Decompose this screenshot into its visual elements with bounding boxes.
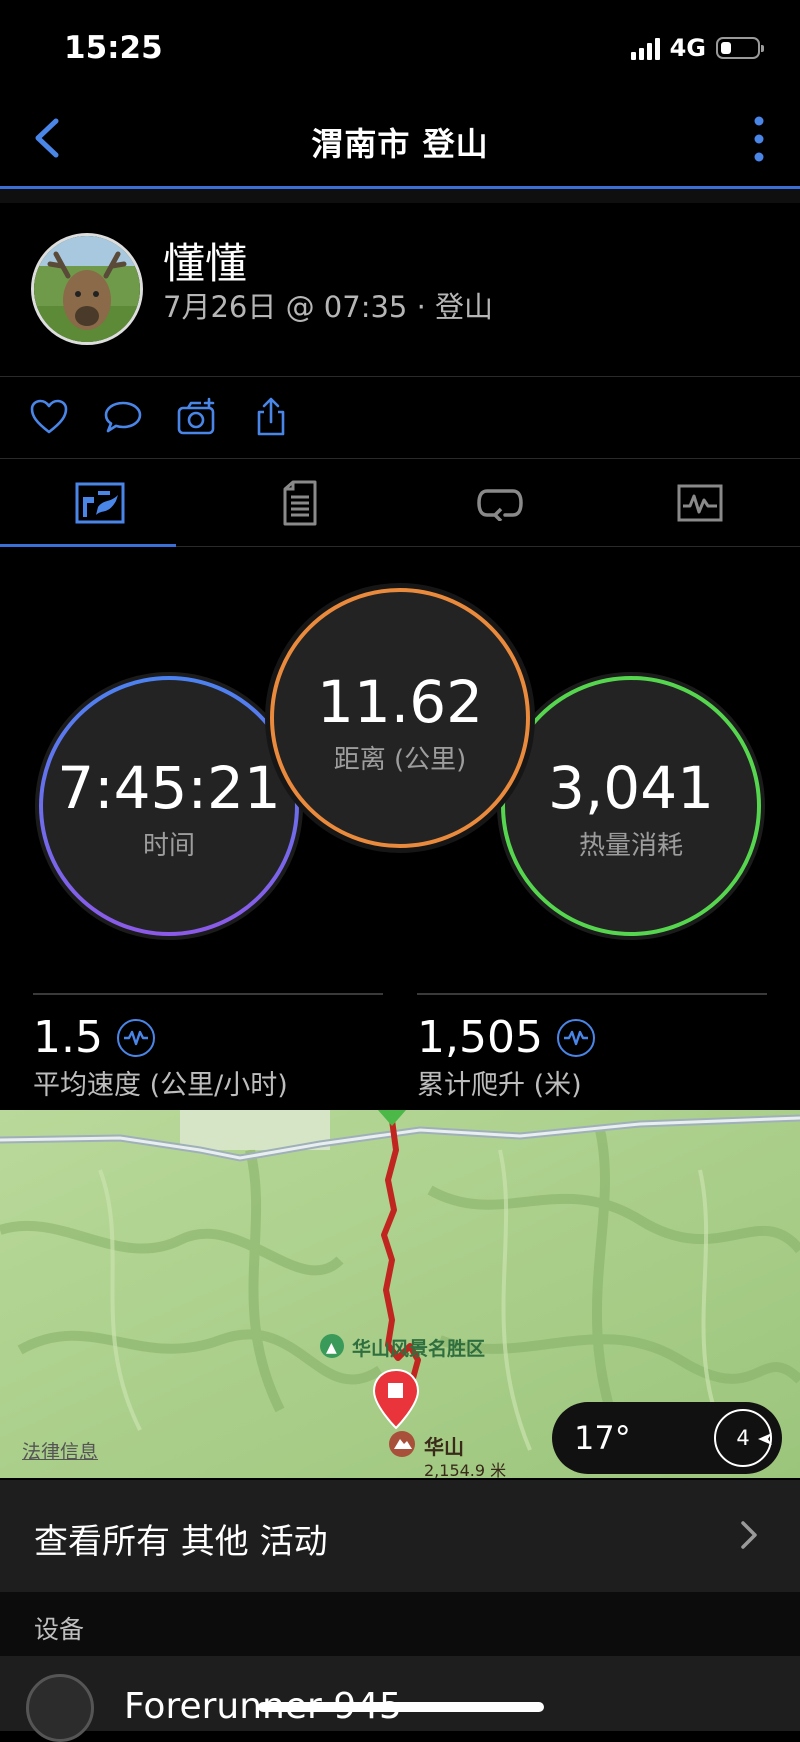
weather-temperature: 17° (574, 1419, 631, 1457)
divider (0, 458, 800, 459)
view-all-label: 查看所有 其他 活动 (34, 1522, 328, 1562)
total-ascent-value: 1,505 (417, 1012, 543, 1063)
devices-header-label: 设备 (34, 1615, 85, 1644)
distance-label: 距离 (公里) (333, 745, 467, 775)
signal-icon (630, 36, 660, 60)
tab-summary[interactable] (0, 460, 200, 546)
active-tab-indicator (0, 544, 176, 547)
wind-direction-icon (758, 1433, 772, 1445)
tab-laps[interactable] (400, 460, 600, 546)
tab-charts[interactable] (600, 460, 800, 546)
divider (417, 993, 767, 995)
map-peak-elevation: 2,154.9 米 (424, 1461, 507, 1480)
activity-meta: 7月26日 @ 07:35 · 登山 (163, 290, 494, 324)
device-row[interactable]: Forerunner 945 (0, 1656, 800, 1731)
share-icon[interactable] (250, 396, 292, 438)
avg-speed-value: 1.5 (33, 1012, 103, 1063)
avg-speed-label: 平均速度 (公里/小时) (33, 1070, 288, 1101)
divider (0, 376, 800, 377)
calories-label: 热量消耗 (578, 831, 683, 861)
tab-details[interactable] (200, 460, 400, 546)
watch-icon (26, 1674, 94, 1742)
view-all-activities-row[interactable]: 查看所有 其他 活动 (0, 1480, 800, 1592)
distance-circle: 11.62 距离 (公里) (265, 583, 535, 853)
map-stats-icon (75, 482, 125, 524)
page-title: 渭南市 登山 (311, 125, 489, 163)
network-type: 4G (669, 34, 706, 62)
weather-widget[interactable]: 17° 4 (552, 1402, 782, 1474)
svg-text:▲: ▲ (326, 1340, 337, 1356)
status-indicators: 4G (630, 34, 764, 62)
divider (33, 993, 383, 995)
loop-icon (477, 489, 523, 521)
header-band (0, 189, 800, 203)
map-legal-link[interactable]: 法律信息 (22, 1437, 98, 1464)
status-time: 15:25 (64, 30, 163, 66)
time-circle: 7:45:21 时间 (35, 672, 303, 940)
more-options-icon[interactable] (752, 115, 766, 163)
distance-value: 11.62 (316, 668, 484, 736)
document-icon (283, 480, 317, 526)
pulse-wave-icon[interactable] (116, 1018, 155, 1057)
chevron-right-icon (741, 1521, 757, 1549)
wind-compass-icon: 4 (714, 1409, 772, 1467)
chart-icon (677, 484, 723, 522)
home-indicator[interactable] (258, 1702, 544, 1712)
map-poi-label: 华山风景名胜区 (352, 1338, 486, 1360)
add-photo-icon[interactable] (176, 396, 218, 438)
user-name: 懂懂 (163, 239, 248, 288)
tab-bar (0, 460, 800, 546)
calories-value: 3,041 (547, 754, 715, 822)
total-ascent-label: 累计爬升 (米) (417, 1070, 582, 1101)
pulse-wave-icon[interactable] (556, 1018, 595, 1057)
battery-icon (716, 37, 764, 59)
calories-circle: 3,041 热量消耗 (497, 672, 765, 940)
like-heart-icon[interactable] (28, 396, 70, 438)
action-bar (28, 396, 292, 438)
time-label: 时间 (142, 831, 195, 861)
devices-section-header: 设备 (0, 1592, 800, 1656)
total-ascent-stat: 1,505 累计爬升 (米) (417, 1012, 595, 1102)
nav-bar: 渭南市 登山 (0, 95, 800, 187)
time-value: 7:45:21 (57, 754, 281, 822)
avg-speed-stat: 1.5 平均速度 (公里/小时) (33, 1012, 288, 1102)
map-peak-name: 华山 (424, 1435, 464, 1459)
avatar[interactable] (31, 233, 143, 345)
comment-icon[interactable] (102, 396, 144, 438)
wind-speed: 4 (736, 1426, 750, 1450)
